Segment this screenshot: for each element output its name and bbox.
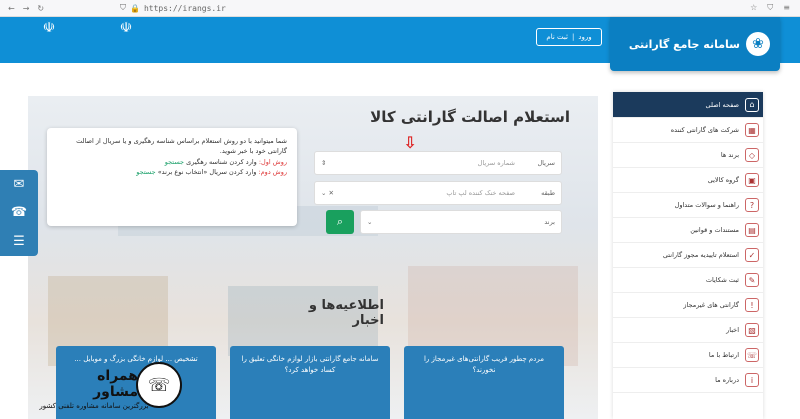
chevron-down-icon[interactable]: ⌄ bbox=[367, 218, 372, 226]
sidebar-item-companies[interactable]: شرکت های گارانتی کننده ▦ bbox=[613, 118, 763, 143]
sidebar-item-faq[interactable]: راهنما و سوالات متداول ? bbox=[613, 193, 763, 218]
sidebar-item-license-inquiry[interactable]: استعلام تاییدیه مجوز گارانتی ✓ bbox=[613, 243, 763, 268]
watermark-name: همراه مشاور bbox=[93, 368, 138, 400]
separator: | bbox=[571, 33, 575, 41]
sidebar-item-news[interactable]: اخبار ▧ bbox=[613, 318, 763, 343]
sidebar-item-contact[interactable]: ارتباط با ما ☏ bbox=[613, 343, 763, 368]
browser-actions: ☆ ⛉ ≡ bbox=[750, 3, 800, 13]
sidebar-item-brands[interactable]: برند ها ◇ bbox=[613, 143, 763, 168]
news-card[interactable]: مردم چطور فریب گارانتی‌های غیرمجاز را نخ… bbox=[404, 346, 564, 419]
bookmark-star-icon[interactable]: ☆ bbox=[750, 3, 757, 13]
arrow-down-icon: ⇩ bbox=[403, 133, 417, 152]
forward-icon[interactable]: → bbox=[23, 4, 30, 13]
sidebar-item-unauthorized[interactable]: گارانتی های غیرمجاز ! bbox=[613, 293, 763, 318]
url-text[interactable]: https://irangs.ir bbox=[144, 4, 226, 13]
watermark-tagline: بزرگترین سامانه مشاوره تلفنی کشور bbox=[39, 402, 149, 410]
brand-logo-icon: ❀ bbox=[746, 32, 770, 56]
serial-input[interactable]: شماره سریال bbox=[326, 159, 515, 167]
contact-float-panel: ✉ ☎ ☰ bbox=[0, 170, 38, 256]
login-link[interactable]: ورود bbox=[578, 33, 591, 41]
sidebar-item-home[interactable]: صفحه اصلی ⌂ bbox=[613, 92, 763, 118]
phone-icon[interactable]: ☎ bbox=[11, 205, 27, 220]
sidebar-item-documents[interactable]: مستندات و قوانین ▤ bbox=[613, 218, 763, 243]
brand-field[interactable]: برند ⌄ bbox=[360, 210, 562, 234]
category-field[interactable]: طبقه صفحه خنک کننده لپ تاپ ✕ ⌄ bbox=[314, 181, 562, 205]
tag-icon: ◇ bbox=[745, 148, 759, 162]
info-icon: i bbox=[745, 373, 759, 387]
emblem-icon: ☫ bbox=[42, 20, 56, 36]
info-intro: شما میتوانید با دو روش استعلام براساس شن… bbox=[76, 137, 287, 156]
government-emblem: ☫ bbox=[34, 20, 64, 60]
help-icon: ? bbox=[745, 198, 759, 212]
news-icon: ▧ bbox=[745, 323, 759, 337]
home-icon: ⌂ bbox=[745, 97, 759, 112]
menu-icon[interactable]: ≡ bbox=[783, 3, 790, 13]
news-card[interactable]: سامانه جامع گارانتی بازار لوازم خانگی تع… bbox=[230, 346, 390, 419]
back-icon[interactable]: ← bbox=[8, 4, 15, 13]
chat-icon[interactable]: ☰ bbox=[13, 234, 25, 249]
browser-toolbar: ← → ↻ ⛉ 🔒 https://irangs.ir ☆ ⛉ ≡ bbox=[0, 0, 800, 17]
login-register-button[interactable]: ثبت نام | ورود bbox=[536, 28, 602, 46]
browser-nav: ← → ↻ bbox=[0, 4, 110, 13]
reload-icon[interactable]: ↻ bbox=[37, 4, 44, 13]
serial-field[interactable]: سریال شماره سریال ⇕ bbox=[314, 151, 562, 175]
shield-icon: ⛉ bbox=[120, 3, 126, 12]
document-icon: ▤ bbox=[745, 223, 759, 237]
mail-icon[interactable]: ✉ bbox=[14, 177, 25, 192]
page-title: استعلام اصالت گارانتی کالا bbox=[370, 108, 570, 126]
way-one: روش اول: وارد کردن شناسه رهگیری جستجو bbox=[164, 157, 287, 166]
search-button[interactable]: ⌕ bbox=[326, 210, 354, 234]
info-card: شما میتوانید با دو روش استعلام براساس شن… bbox=[47, 128, 297, 226]
sidebar-item-complaints[interactable]: ثبت شکایات ✎ bbox=[613, 268, 763, 293]
sidebar-item-about[interactable]: درباره ما i bbox=[613, 368, 763, 393]
certificate-icon: ✓ bbox=[745, 248, 759, 262]
clear-icon[interactable]: ✕ ⌄ bbox=[321, 189, 334, 197]
sidebar-item-product-groups[interactable]: گروه کالایی ▣ bbox=[613, 168, 763, 193]
brand-box[interactable]: سامانه جامع گارانتی ❀ bbox=[610, 17, 780, 71]
address-bar[interactable]: ⛉ 🔒 https://irangs.ir bbox=[120, 3, 540, 13]
news-title: اطلاعیه‌ها و اخبار bbox=[308, 298, 384, 328]
complaint-icon: ✎ bbox=[745, 273, 759, 287]
category-select[interactable]: صفحه خنک کننده لپ تاپ bbox=[334, 189, 515, 197]
inquiry-form: سریال شماره سریال ⇕ طبقه صفحه خنک کننده … bbox=[314, 146, 562, 236]
serial-label: سریال bbox=[537, 159, 555, 167]
swap-icon[interactable]: ⇕ bbox=[321, 159, 326, 167]
shield-extension-icon[interactable]: ⛉ bbox=[767, 3, 773, 13]
warning-icon: ! bbox=[745, 298, 759, 312]
phone-icon: ☏ bbox=[745, 348, 759, 362]
way-two: روش دوم: وارد کردن سریال «انتخاب نوع برن… bbox=[136, 168, 287, 177]
brand-label: برند bbox=[544, 218, 555, 226]
box-icon: ▣ bbox=[745, 173, 759, 187]
brand-title: سامانه جامع گارانتی bbox=[628, 37, 740, 51]
category-label: طبقه bbox=[541, 189, 555, 197]
search-icon: ⌕ bbox=[336, 215, 344, 228]
watermark: ☏ همراه مشاور بزرگترین سامانه مشاوره تلف… bbox=[4, 362, 184, 419]
lock-icon: 🔒 bbox=[130, 3, 140, 13]
sidebar: صفحه اصلی ⌂ شرکت های گارانتی کننده ▦ برن… bbox=[613, 92, 763, 419]
ministry-logo: ☫ bbox=[98, 20, 154, 60]
register-link[interactable]: ثبت نام bbox=[546, 33, 568, 41]
building-icon: ▦ bbox=[745, 123, 759, 137]
ministry-emblem-icon: ☫ bbox=[119, 20, 133, 36]
